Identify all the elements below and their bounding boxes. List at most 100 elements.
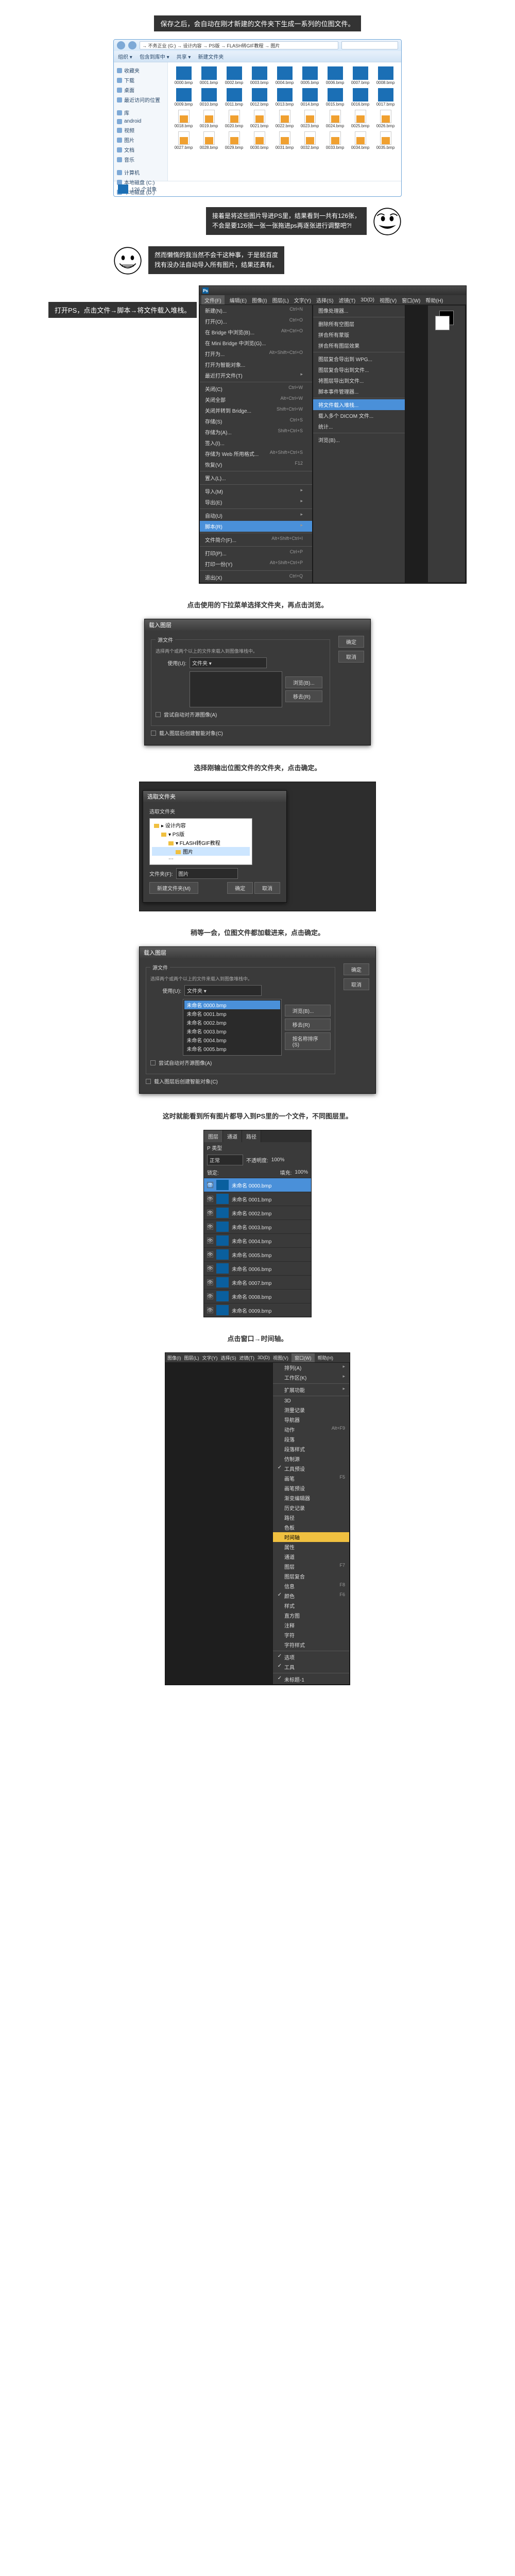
file-item[interactable]: 0030.bmp [248,131,271,150]
toolbar-newfolder[interactable]: 新建文件夹 [198,53,224,60]
sidebar-item[interactable]: 收藏夹 [116,65,165,75]
menu-item[interactable]: 注释 [273,1620,349,1630]
menu-item[interactable]: 导航器 [273,1415,349,1425]
file-item[interactable]: 0001.bmp [197,66,220,85]
sidebar-item[interactable]: 桌面 [116,85,165,95]
menu-filter[interactable]: 滤镜(T) [338,296,355,304]
visibility-icon[interactable]: 👁 [207,1251,213,1258]
menu-item[interactable]: 色板 [273,1522,349,1532]
menu-item[interactable]: 直方图 [273,1611,349,1620]
layer-row[interactable]: 👁未命名 0001.bmp [204,1192,311,1206]
file-item[interactable]: 0021.bmp [248,110,271,128]
use-select[interactable]: 文件夹 ▾ [190,657,267,668]
menu-edit[interactable]: 编辑(E) [230,296,247,304]
file-item[interactable]: 0026.bmp [374,110,397,128]
menu-item[interactable]: 存储(S)Ctrl+S [200,416,312,427]
ps-menubar[interactable]: 图像(I) 图层(L) 文字(Y) 选择(S) 滤镜(T) 3D(D) 视图(V… [165,1353,350,1362]
smart-checkbox[interactable] [151,731,156,736]
file-item[interactable]: 0003.bmp [248,66,271,85]
menu-item[interactable]: 拼合所有图层效果 [313,340,405,351]
tab-paths[interactable]: 路径 [242,1130,261,1142]
list-item[interactable]: 未命名 0001.bmp [184,1009,280,1018]
layer-row[interactable]: 👁未命名 0006.bmp [204,1261,311,1275]
menu-item[interactable]: 存储为 Web 所用格式...Alt+Shift+Ctrl+S [200,448,312,459]
file-item[interactable]: 0010.bmp [197,88,220,107]
list-item[interactable]: 未命名 0003.bmp [184,1027,280,1036]
file-item[interactable]: 0024.bmp [323,110,347,128]
file-item[interactable]: 0000.bmp [172,66,195,85]
toolbar-share[interactable]: 共享 ▾ [177,53,191,60]
file-item[interactable]: 0023.bmp [298,110,321,128]
menu-help[interactable]: 帮助(H) [425,296,443,304]
menu-item[interactable]: 字符 [273,1630,349,1640]
menu-item[interactable]: 历史记录 [273,1503,349,1513]
list-item[interactable]: 未命名 0005.bmp [184,1044,280,1053]
menu-item[interactable]: ✓工具 [273,1662,349,1672]
menu-item[interactable]: 拼合所有蒙版 [313,329,405,340]
menu-item[interactable]: 图层F7 [273,1562,349,1571]
visibility-icon[interactable]: 👁 [207,1182,213,1188]
menu-image[interactable]: 图像(I) [252,296,267,304]
toolbar-organize[interactable]: 组织 ▾ [118,53,132,60]
menu-item[interactable]: 画笔预设 [273,1483,349,1493]
file-item[interactable]: 0011.bmp [222,88,246,107]
tab-layers[interactable]: 图层 [204,1130,223,1142]
file-item[interactable]: 0008.bmp [374,66,397,85]
address-bar[interactable]: → 不务正业 (G:) → 设计内容 → PS版 → FLASH转GIF教程 →… [140,41,338,49]
sort-button[interactable]: 按名称排序(S) [285,1032,331,1050]
layer-row[interactable]: 👁未命名 0003.bmp [204,1219,311,1233]
menu-item[interactable]: 载入多个 DICOM 文件... [313,410,405,421]
menu-item[interactable]: 图层复合导出到文件... [313,364,405,375]
file-listbox[interactable]: 未命名 0000.bmp未命名 0001.bmp未命名 0002.bmp未命名 … [183,999,281,1056]
file-item[interactable]: 0027.bmp [172,131,195,150]
layer-row[interactable]: 👁未命名 0009.bmp [204,1303,311,1317]
sidebar-item[interactable]: 计算机 [116,167,165,177]
menu-item[interactable]: 将图层导出到文件... [313,375,405,386]
menu-type[interactable]: 文字(Y) [294,296,311,304]
menu-item[interactable]: 导入(M)▸ [200,486,312,497]
menu-item[interactable]: 3D [273,1397,349,1405]
menu-item[interactable]: ✓工具预设 [273,1464,349,1473]
remove-button[interactable]: 移去(R) [285,690,322,702]
layer-row[interactable]: 👁未命名 0002.bmp [204,1206,311,1219]
menu-item[interactable]: 在 Mini Bridge 中浏览(G)... [200,337,312,348]
list-item[interactable]: 未命名 0000.bmp [184,1001,280,1009]
layer-row[interactable]: 👁未命名 0007.bmp [204,1275,311,1289]
menu-item[interactable]: 打开为智能对象... [200,359,312,370]
visibility-icon[interactable]: 👁 [207,1196,213,1202]
sidebar-item[interactable]: android [116,117,165,125]
menu-item[interactable]: 打印(P)...Ctrl+P [200,548,312,558]
file-item[interactable]: 0022.bmp [273,110,296,128]
menu-item[interactable]: 新建(N)...Ctrl+N [200,305,312,316]
menu-item[interactable]: 仿制源 [273,1454,349,1464]
sidebar-item[interactable]: 视频 [116,125,165,135]
visibility-icon[interactable]: 👁 [207,1210,213,1216]
sidebar-item[interactable]: 最近访问的位置 [116,95,165,105]
menu-item[interactable]: 恢复(V)F12 [200,459,312,470]
sidebar-item[interactable]: 库 [116,108,165,117]
file-item[interactable]: 0033.bmp [323,131,347,150]
menu-item[interactable]: 图层复合 [273,1571,349,1581]
ok-button[interactable]: 确定 [227,882,253,894]
menu-item[interactable]: 路径 [273,1513,349,1522]
file-item[interactable]: 0012.bmp [248,88,271,107]
layer-row[interactable]: 👁未命名 0004.bmp [204,1233,311,1247]
menu-layer[interactable]: 图层(L) [272,296,289,304]
menu-item[interactable]: 将文件载入堆栈... [313,399,405,410]
sidebar-item[interactable]: 音乐 [116,155,165,164]
menu-item[interactable]: 打开为...Alt+Shift+Ctrl+O [200,348,312,359]
menu-item[interactable]: 信息F8 [273,1581,349,1591]
menu-item[interactable]: 打印一份(Y)Alt+Shift+Ctrl+P [200,558,312,569]
menu-item[interactable]: 图像处理器... [313,305,405,316]
menu-select[interactable]: 选择(S) [316,296,333,304]
file-item[interactable]: 0020.bmp [222,110,246,128]
cancel-button[interactable]: 取消 [338,651,364,663]
menu-item[interactable]: 置入(L)... [200,472,312,483]
file-item[interactable]: 0014.bmp [298,88,321,107]
visibility-icon[interactable]: 👁 [207,1307,213,1313]
menu-item[interactable]: 画笔F5 [273,1473,349,1483]
file-item[interactable]: 0031.bmp [273,131,296,150]
menu-item[interactable]: 文件简介(F)...Alt+Shift+Ctrl+I [200,534,312,545]
ok-button[interactable]: 确定 [338,636,364,648]
list-item[interactable]: 未命名 0002.bmp [184,1018,280,1027]
